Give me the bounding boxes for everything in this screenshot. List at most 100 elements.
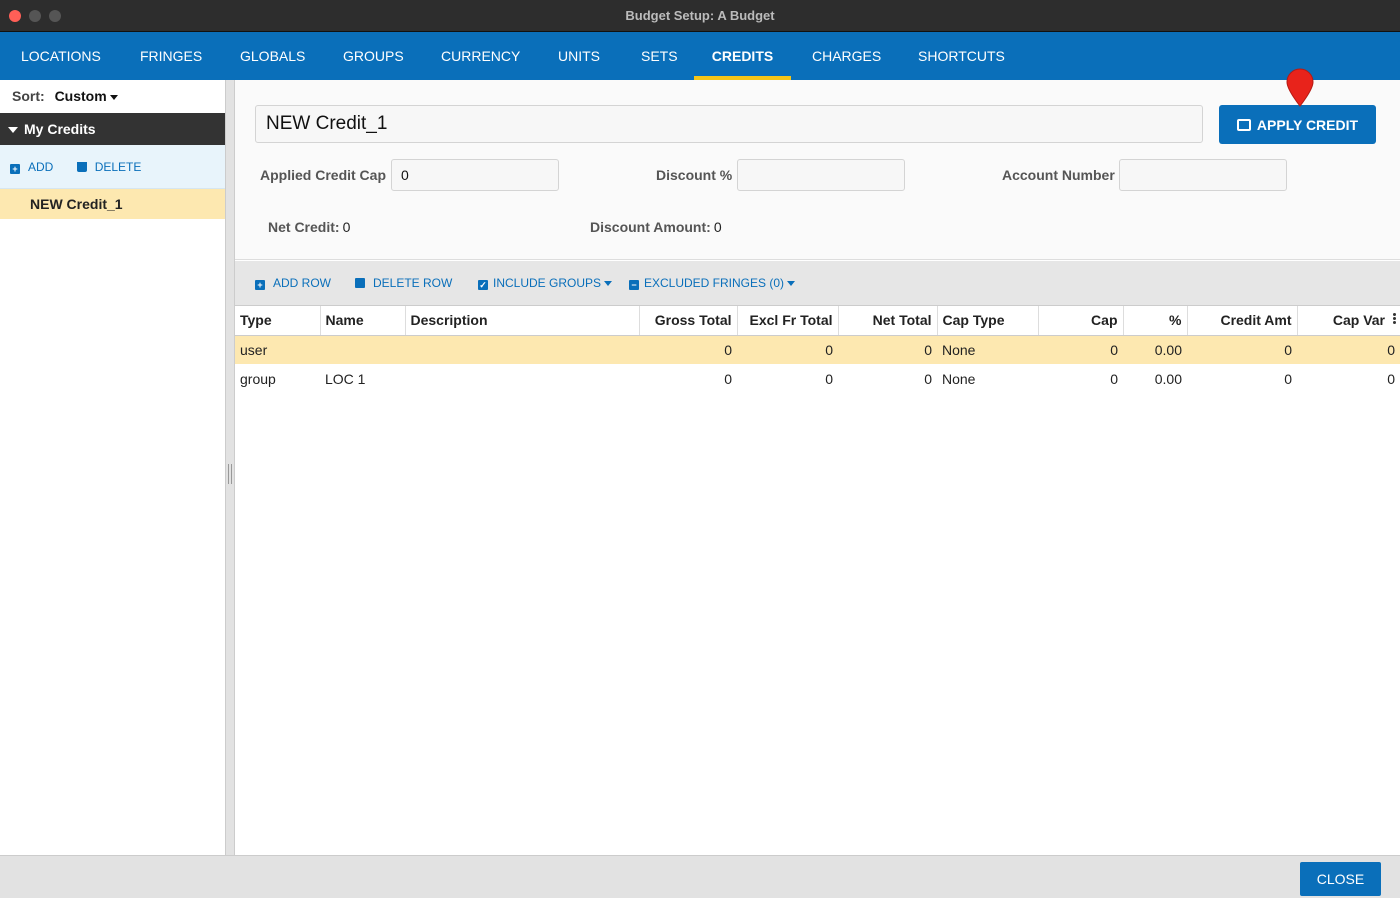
add-row-button[interactable]: + ADD ROW xyxy=(255,276,331,290)
applied-credit-cap-input[interactable] xyxy=(391,159,559,191)
credit-name-input[interactable] xyxy=(255,105,1203,143)
tab-locations[interactable]: LOCATIONS xyxy=(1,32,121,80)
credit-rows-grid: Type Name Description Gross Total Excl F… xyxy=(235,306,1400,855)
share-icon xyxy=(1236,118,1251,131)
sort-dropdown[interactable]: Custom xyxy=(55,88,118,104)
splitter-grip-icon xyxy=(228,464,232,484)
cell-cap-var: 0 xyxy=(1387,370,1395,387)
window-title: Budget Setup: A Budget xyxy=(625,8,775,23)
window-titlebar: Budget Setup: A Budget xyxy=(0,0,1400,32)
cell-description[interactable] xyxy=(405,364,639,393)
checkbox-checked-icon: ✓ xyxy=(478,280,488,290)
cell-cap[interactable]: 0 xyxy=(1038,364,1123,393)
cell-percent[interactable]: 0.00 xyxy=(1123,364,1187,393)
cell-gross-total: 0 xyxy=(724,370,732,387)
cell-net-total: 0 xyxy=(838,335,937,364)
tab-currency[interactable]: CURRENCY xyxy=(421,32,540,80)
tab-credits[interactable]: CREDITS xyxy=(694,32,791,80)
cell-type[interactable]: user xyxy=(235,335,320,364)
cell-excl-fr-total: 0 xyxy=(825,370,833,387)
column-header-credit-amt[interactable]: Credit Amt xyxy=(1187,306,1298,336)
tab-shortcuts[interactable]: SHORTCUTS xyxy=(898,32,1025,80)
column-header-cap[interactable]: Cap xyxy=(1038,306,1124,336)
cell-cap-type[interactable]: None xyxy=(937,335,1038,364)
cell-percent[interactable]: 0.00 xyxy=(1123,335,1187,364)
column-header-excl-fr-total[interactable]: Excl Fr Total xyxy=(737,306,839,336)
credit-details-form: APPLY CREDIT Applied Credit Cap Discount… xyxy=(235,80,1400,260)
cell-gross-total: 0 xyxy=(639,335,737,364)
tab-units[interactable]: UNITS xyxy=(538,32,620,80)
column-header-description[interactable]: Description xyxy=(405,306,640,336)
tab-charges[interactable]: CHARGES xyxy=(792,32,901,80)
cell-credit-amt: 0 xyxy=(1187,335,1297,364)
table-row[interactable]: group LOC 1 0 0 0 None 0 0.00 0 0 xyxy=(235,364,1400,393)
account-number-input[interactable] xyxy=(1119,159,1287,191)
cell-cap-type[interactable]: None xyxy=(937,364,1038,393)
column-header-cap-type[interactable]: Cap Type xyxy=(937,306,1039,336)
column-header-name[interactable]: Name xyxy=(320,306,406,336)
discount-percent-label: Discount % xyxy=(656,167,733,183)
table-header-row: Type Name Description Gross Total Excl F… xyxy=(235,306,1400,336)
chevron-down-icon xyxy=(787,281,796,287)
sort-value: Custom xyxy=(54,88,107,104)
add-label: ADD xyxy=(28,160,54,174)
applied-credit-cap-label: Applied Credit Cap xyxy=(260,167,387,183)
sort-control: Sort: Custom xyxy=(0,80,225,113)
add-credit-button[interactable]: + ADD xyxy=(10,160,53,174)
setup-tabs: LOCATIONS FRINGES GLOBALS GROUPS CURRENC… xyxy=(0,32,1400,80)
trash-icon xyxy=(76,162,87,172)
group-label: My Credits xyxy=(24,121,96,137)
delete-row-button[interactable]: DELETE ROW xyxy=(355,276,452,290)
dialog-footer: CLOSE xyxy=(0,855,1400,898)
discount-amount-value: 0 xyxy=(713,219,722,235)
column-menu-icon[interactable] xyxy=(1393,312,1397,325)
include-groups-label: INCLUDE GROUPS xyxy=(493,276,602,290)
discount-amount: Discount Amount: 0 xyxy=(590,219,722,235)
delete-label: DELETE xyxy=(94,160,142,174)
discount-amount-label: Discount Amount: xyxy=(590,219,711,235)
add-row-label: ADD ROW xyxy=(273,276,331,290)
close-button[interactable]: CLOSE xyxy=(1300,862,1381,896)
sort-label: Sort: xyxy=(12,88,45,104)
column-header-net-total[interactable]: Net Total xyxy=(838,306,938,336)
sidebar-item-new-credit-1[interactable]: NEW Credit_1 xyxy=(0,189,225,219)
delete-row-label: DELETE ROW xyxy=(373,276,453,290)
plus-icon: + xyxy=(255,280,265,290)
chevron-down-icon xyxy=(604,281,613,287)
sidebar-actions: + ADD DELETE xyxy=(0,145,225,189)
plus-icon: + xyxy=(10,164,20,174)
cell-net-total: 0 xyxy=(924,370,932,387)
delete-credit-button[interactable]: DELETE xyxy=(76,160,142,174)
net-credit-value: 0 xyxy=(342,219,351,235)
column-header-percent[interactable]: % xyxy=(1123,306,1188,336)
cell-name[interactable]: LOC 1 xyxy=(320,364,405,393)
column-header-gross-total[interactable]: Gross Total xyxy=(639,306,738,336)
chevron-down-icon xyxy=(109,94,118,100)
tab-fringes[interactable]: FRINGES xyxy=(120,32,222,80)
excluded-fringes-dropdown[interactable]: − EXCLUDED FRINGES (0) xyxy=(629,276,796,290)
net-credit: Net Credit: 0 xyxy=(268,219,350,235)
cell-name[interactable] xyxy=(320,335,405,364)
table-row[interactable]: user 0 0 0 None 0 0.00 0 0 xyxy=(235,335,1400,364)
location-pin-icon xyxy=(1286,68,1314,107)
minus-box-icon: − xyxy=(629,280,639,290)
tab-globals[interactable]: GLOBALS xyxy=(220,32,325,80)
include-groups-dropdown[interactable]: ✓ INCLUDE GROUPS xyxy=(478,276,613,290)
column-header-type[interactable]: Type xyxy=(235,306,321,336)
column-header-cap-var[interactable]: Cap Var xyxy=(1297,306,1400,336)
cell-description[interactable] xyxy=(405,335,639,364)
trash-icon xyxy=(355,278,365,288)
apply-credit-button[interactable]: APPLY CREDIT xyxy=(1219,105,1376,144)
net-credit-label: Net Credit: xyxy=(268,219,340,235)
cell-cap[interactable]: 0 xyxy=(1038,335,1123,364)
account-number-label: Account Number xyxy=(1002,167,1115,183)
credits-sidebar: Sort: Custom My Credits + ADD DELETE NEW … xyxy=(0,80,226,855)
panel-splitter[interactable] xyxy=(226,80,235,855)
tab-sets[interactable]: SETS xyxy=(621,32,698,80)
rows-toolbar: + ADD ROW DELETE ROW ✓ INCLUDE GROUPS − EXC… xyxy=(235,261,1400,306)
credits-group-header[interactable]: My Credits xyxy=(0,113,225,145)
cell-type[interactable]: group xyxy=(235,364,320,393)
tab-groups[interactable]: GROUPS xyxy=(323,32,424,80)
excluded-fringes-label: EXCLUDED FRINGES (0) xyxy=(644,276,785,290)
discount-percent-input[interactable] xyxy=(737,159,905,191)
